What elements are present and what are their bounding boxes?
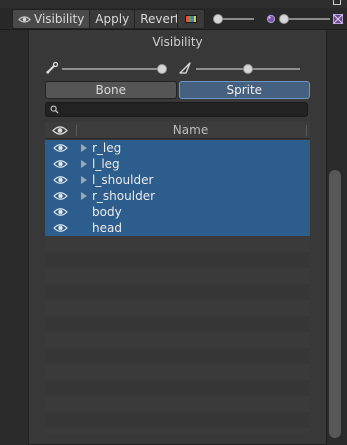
empty-row [45,412,310,428]
visibility-button[interactable]: Visibility [13,10,91,28]
expand-caret-icon[interactable] [81,176,87,184]
table-row[interactable]: l_shoulder [45,172,310,188]
table-header: Name [45,122,310,139]
column-divider[interactable] [306,125,307,136]
revert-button-label: Revert [140,12,180,26]
eye-icon[interactable] [53,175,68,185]
table-row[interactable]: r_leg [45,140,310,156]
bone-tab[interactable]: Bone [45,81,177,99]
palette-swatch [193,16,196,22]
search-input[interactable] [62,103,302,116]
mesh-opacity-icon [333,14,343,24]
empty-row [45,252,310,268]
sprite-opacity-slider-knob[interactable] [243,64,253,74]
empty-row [45,316,310,332]
opacity-slider-row [29,60,326,78]
expand-caret-icon[interactable] [81,144,87,152]
row-label: head [92,221,122,235]
expand-caret-icon[interactable] [81,160,87,168]
visibility-column-eye-icon[interactable] [52,125,68,136]
bone-opacity-icon [266,14,276,24]
empty-row [45,396,310,412]
color-palette-button[interactable] [177,9,205,29]
row-label: l_leg [92,157,120,171]
empty-row [45,332,310,348]
window-corner-icon[interactable] [333,0,341,5]
visibility-button-label: Visibility [34,12,85,26]
eye-icon[interactable] [53,207,68,217]
eye-icon[interactable] [53,223,68,233]
eye-icon [18,15,31,23]
expand-caret-icon[interactable] [81,192,87,200]
toolbar: Visibility Apply Revert [0,0,347,30]
visibility-table: Name r_leg l_leg l_shoulder r_shoulder b… [45,122,310,433]
sprite-tab[interactable]: Sprite [178,81,310,99]
empty-row [45,300,310,316]
empty-row [45,236,310,252]
panel-title: Visibility [152,35,203,49]
empty-row [45,364,310,380]
search-field[interactable] [45,102,308,117]
eye-icon[interactable] [53,143,68,153]
bone-icon [46,61,59,74]
toolbar-slider-2-knob[interactable] [279,14,289,24]
palette-icon [185,15,197,23]
row-label: r_shoulder [92,189,156,203]
toolbar-button-group: Visibility Apply Revert [12,9,186,29]
empty-row [45,428,310,433]
table-row[interactable]: l_leg [45,156,310,172]
bone-opacity-slider-knob[interactable] [157,64,167,74]
bone-opacity-slider-track[interactable] [62,68,166,70]
table-rows: r_leg l_leg l_shoulder r_shoulder body h… [45,140,310,433]
row-label: body [92,205,122,219]
eye-icon[interactable] [53,159,68,169]
empty-row [45,284,310,300]
table-row[interactable]: body [45,204,310,220]
empty-row [45,380,310,396]
bone-sprite-toggle: Bone Sprite [45,81,310,99]
apply-button-label: Apply [95,12,130,26]
apply-button[interactable]: Apply [90,10,136,28]
mesh-icon [179,62,191,74]
eye-icon[interactable] [53,191,68,201]
visibility-panel: Visibility Bone Sprite Name r_leg l_leg … [28,30,327,445]
scrollbar-thumb[interactable] [329,170,341,438]
empty-row [45,268,310,284]
search-icon [50,105,59,114]
row-label: r_leg [92,141,122,155]
row-label: l_shoulder [92,173,154,187]
name-column-header[interactable]: Name [77,123,304,137]
top-strip [0,0,347,8]
empty-row [45,348,310,364]
background-area [0,30,28,445]
table-row[interactable]: r_shoulder [45,188,310,204]
table-row[interactable]: head [45,220,310,236]
toolbar-slider-1-knob[interactable] [213,14,223,24]
